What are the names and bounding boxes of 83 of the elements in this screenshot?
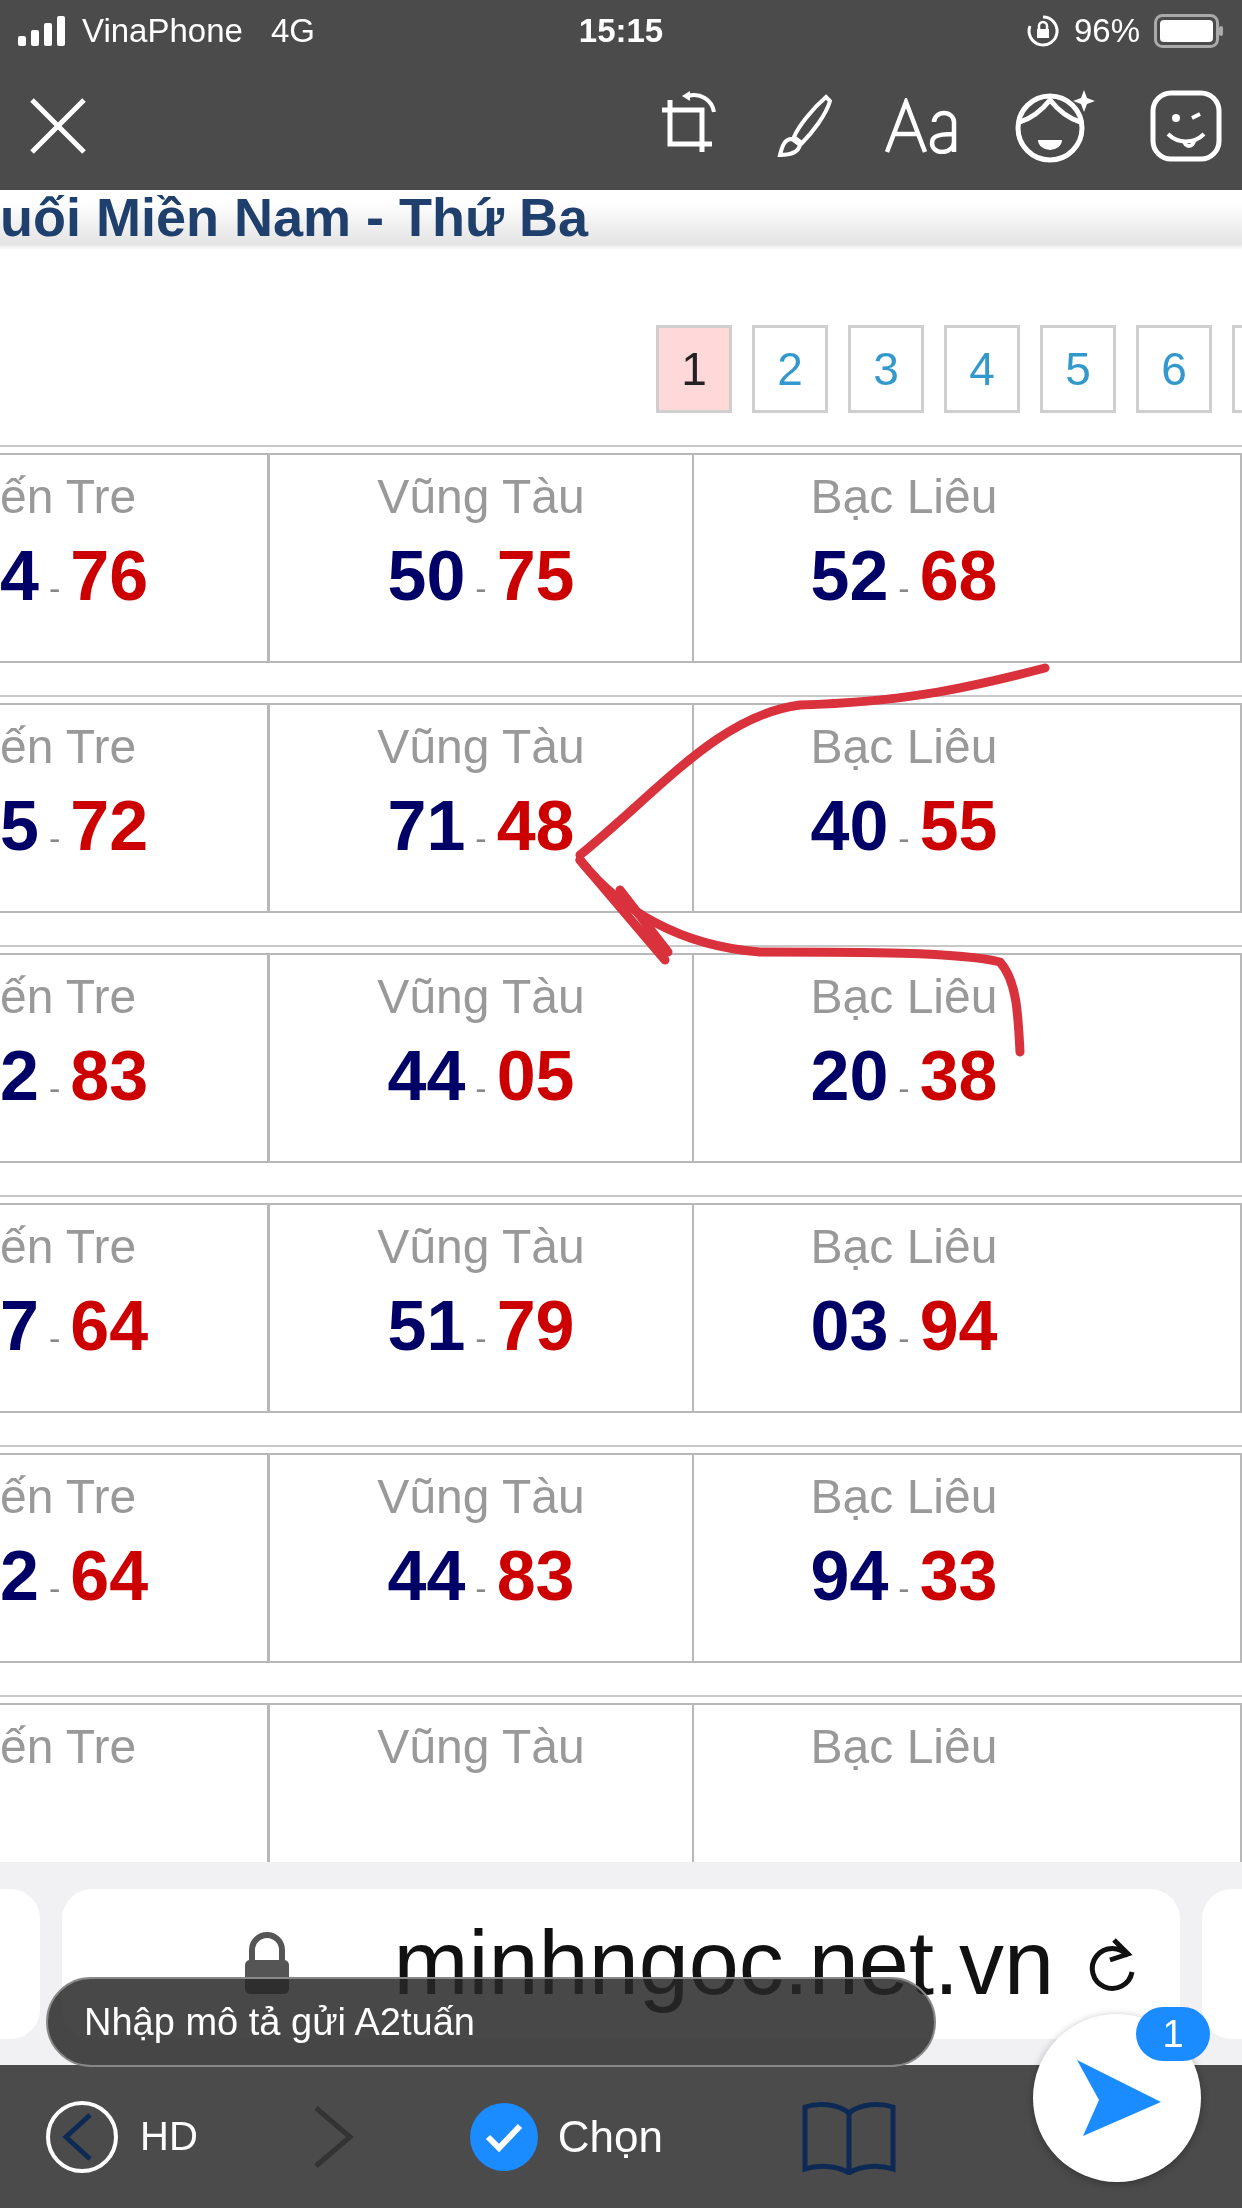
network-type: 4G xyxy=(270,12,315,50)
dash: - xyxy=(48,1569,61,1608)
province-name: ến Tre xyxy=(0,1719,137,1774)
number: 79 xyxy=(496,1286,575,1366)
number: 64 xyxy=(70,1286,149,1366)
number: 38 xyxy=(919,1036,998,1116)
province-name: Bạc Liêu xyxy=(810,1219,998,1274)
number: 83 xyxy=(496,1536,575,1616)
province-name: ến Tre xyxy=(0,1219,137,1274)
number: 44 xyxy=(387,1036,466,1116)
number: 05 xyxy=(496,1036,575,1116)
dash: - xyxy=(48,1319,61,1358)
number: 55 xyxy=(919,786,998,866)
dash: - xyxy=(475,819,487,858)
back-circle-icon[interactable] xyxy=(44,2098,120,2175)
number: 4 xyxy=(0,536,39,616)
number: 48 xyxy=(496,786,575,866)
dash: - xyxy=(48,569,61,608)
province-name: Bạc Liêu xyxy=(810,969,998,1024)
page-title: uối Miền Nam - Thứ Ba xyxy=(0,190,589,248)
battery-percent: 96% xyxy=(1073,12,1140,50)
dash: - xyxy=(48,819,61,858)
province-name: Bạc Liêu xyxy=(810,1469,998,1524)
quality-label[interactable]: HD xyxy=(140,2114,198,2159)
number: 50 xyxy=(387,536,466,616)
dash: - xyxy=(475,1569,487,1608)
province-name: ến Tre xyxy=(0,469,137,524)
province-name: Vũng Tàu xyxy=(377,469,585,524)
province-name: Bạc Liêu xyxy=(810,1719,998,1774)
province-name: Vũng Tàu xyxy=(377,719,585,774)
battery-icon xyxy=(1154,14,1224,48)
number: 2 xyxy=(0,1036,39,1116)
select-label[interactable]: Chọn xyxy=(557,2111,663,2162)
number: 40 xyxy=(810,786,889,866)
dash: - xyxy=(898,1319,910,1358)
province-name: Vũng Tàu xyxy=(377,1719,585,1774)
dash: - xyxy=(898,1069,910,1108)
dash: - xyxy=(48,1069,61,1108)
check-icon[interactable] xyxy=(469,2102,538,2171)
number: 83 xyxy=(70,1036,149,1116)
rotation-lock-icon xyxy=(1025,14,1060,48)
dash: - xyxy=(475,1319,487,1358)
number: 75 xyxy=(496,536,575,616)
province-name: ến Tre xyxy=(0,969,137,1024)
page-link[interactable]: 4 xyxy=(944,325,1020,413)
number: 33 xyxy=(919,1536,998,1616)
number: 51 xyxy=(387,1286,466,1366)
province-name: Bạc Liêu xyxy=(810,469,998,524)
sticker-icon[interactable] xyxy=(1150,90,1222,162)
number: 20 xyxy=(810,1036,889,1116)
page-link[interactable]: 3 xyxy=(848,325,924,413)
carrier-name: VinaPhone xyxy=(82,12,243,50)
province-name: Vũng Tàu xyxy=(377,1469,585,1524)
province-name: Bạc Liêu xyxy=(810,719,998,774)
number: 2 xyxy=(0,1536,39,1616)
number: 76 xyxy=(70,536,149,616)
clock: 15:15 xyxy=(578,12,664,50)
number: 72 xyxy=(70,786,149,866)
number: 94 xyxy=(919,1286,998,1366)
number: 64 xyxy=(70,1536,149,1616)
dash: - xyxy=(898,1569,910,1608)
number: 94 xyxy=(810,1536,889,1616)
number: 5 xyxy=(0,786,39,866)
province-name: Vũng Tàu xyxy=(377,969,585,1024)
dash: - xyxy=(475,569,487,608)
page-link[interactable]: 6 xyxy=(1136,325,1212,413)
dash: - xyxy=(475,1069,487,1108)
number: 71 xyxy=(387,786,466,866)
number: 52 xyxy=(810,536,889,616)
dash: - xyxy=(898,569,910,608)
close-icon[interactable] xyxy=(28,96,88,156)
page-link[interactable]: 2 xyxy=(752,325,828,413)
signal-icon xyxy=(18,16,68,46)
province-name: ến Tre xyxy=(0,1469,137,1524)
number: 7 xyxy=(0,1286,39,1366)
number: 68 xyxy=(919,536,998,616)
page-link[interactable]: 1 xyxy=(656,325,732,413)
page-link[interactable]: 5 xyxy=(1040,325,1116,413)
province-name: ến Tre xyxy=(0,719,137,774)
number: 03 xyxy=(810,1286,889,1366)
number: 44 xyxy=(387,1536,466,1616)
province-name: Vũng Tàu xyxy=(377,1219,585,1274)
dash: - xyxy=(898,819,910,858)
